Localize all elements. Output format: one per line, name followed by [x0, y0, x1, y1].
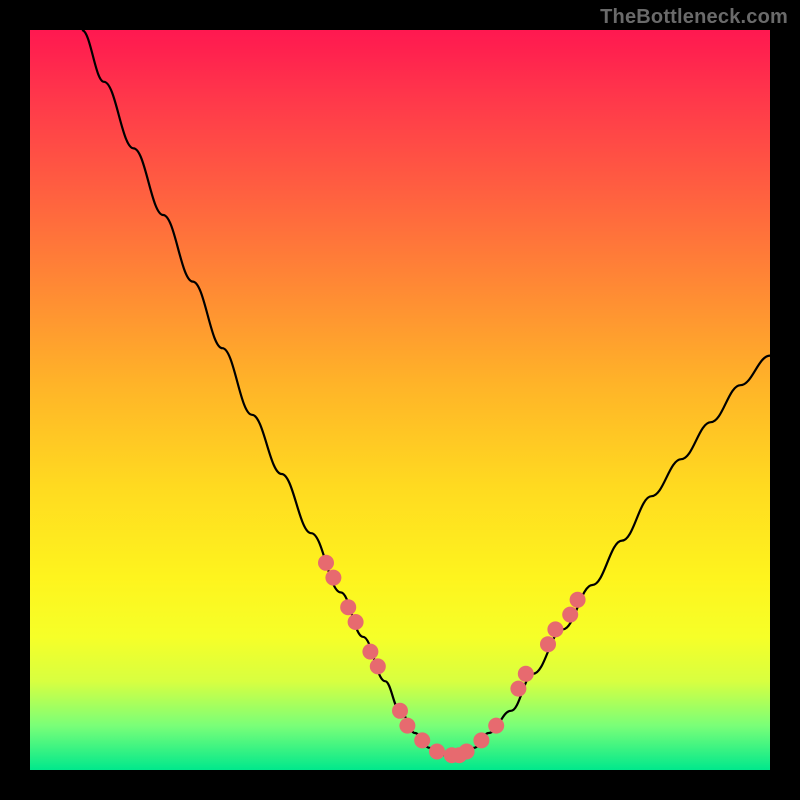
curve-marker: [414, 732, 430, 748]
curve-marker: [318, 555, 334, 571]
watermark-label: TheBottleneck.com: [600, 6, 788, 29]
curve-marker: [340, 599, 356, 615]
curve-marker: [399, 718, 415, 734]
curve-marker: [473, 732, 489, 748]
curve-marker: [510, 681, 526, 697]
curve-marker: [518, 666, 534, 682]
curve-marker: [370, 658, 386, 674]
curve-marker: [547, 621, 563, 637]
curve-marker: [459, 744, 475, 760]
curve-marker: [392, 703, 408, 719]
chart-frame: TheBottleneck.com: [0, 0, 800, 800]
chart-svg: [30, 30, 770, 770]
curve-marker: [325, 570, 341, 586]
curve-marker: [429, 744, 445, 760]
curve-marker: [540, 636, 556, 652]
curve-marker: [562, 607, 578, 623]
curve-marker: [488, 718, 504, 734]
bottleneck-curve-path: [82, 30, 770, 755]
curve-marker: [362, 644, 378, 660]
curve-marker: [348, 614, 364, 630]
curve-marker: [570, 592, 586, 608]
